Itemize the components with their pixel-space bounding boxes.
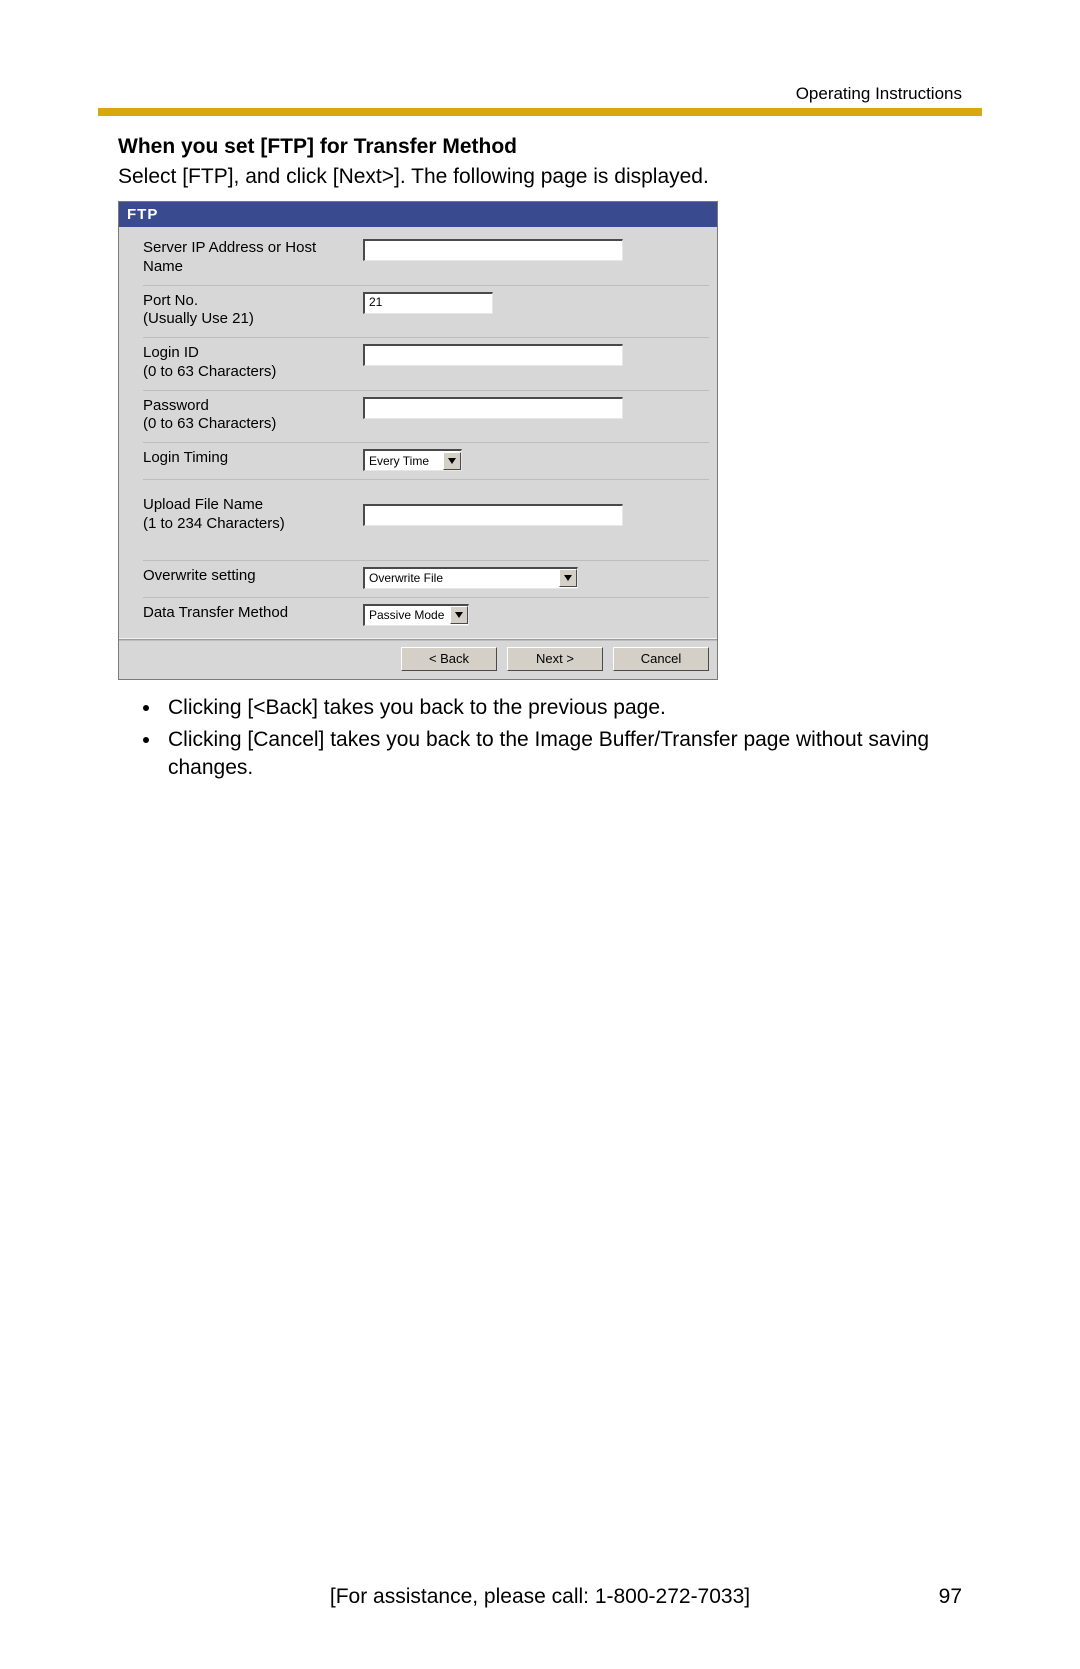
- label-filename-line1: Upload File Name: [143, 496, 263, 513]
- filename-input[interactable]: [363, 504, 623, 526]
- timing-selected: Every Time: [369, 454, 443, 468]
- footer-assistance: [For assistance, please call: 1-800-272-…: [0, 1585, 1080, 1609]
- cancel-button[interactable]: Cancel: [613, 647, 709, 671]
- chevron-down-icon: [559, 569, 577, 587]
- label-filename: Upload File Name (1 to 234 Characters): [143, 496, 363, 534]
- section-title: When you set [FTP] for Transfer Method: [118, 135, 962, 159]
- label-login: Login ID (0 to 63 Characters): [143, 344, 363, 382]
- label-port-line1: Port No.: [143, 292, 198, 309]
- panel-title: FTP: [119, 202, 717, 227]
- label-method: Data Transfer Method: [143, 604, 363, 623]
- row-login: Login ID (0 to 63 Characters): [143, 338, 709, 391]
- row-filename: Upload File Name (1 to 234 Characters): [143, 480, 709, 561]
- label-server-line1: Server IP Address or Host: [143, 239, 316, 256]
- method-selected: Passive Mode: [369, 608, 450, 622]
- row-password: Password (0 to 63 Characters): [143, 391, 709, 444]
- label-login-line2: (0 to 63 Characters): [143, 363, 276, 380]
- next-button[interactable]: Next >: [507, 647, 603, 671]
- label-password: Password (0 to 63 Characters): [143, 397, 363, 435]
- note-item: Clicking [Cancel] takes you back to the …: [162, 726, 962, 783]
- chevron-down-icon: [450, 606, 468, 624]
- row-overwrite: Overwrite setting Overwrite File: [143, 561, 709, 598]
- ftp-settings-panel: FTP Server IP Address or Host Name Port …: [118, 201, 718, 680]
- panel-body: Server IP Address or Host Name Port No. …: [119, 227, 717, 638]
- page-header: Operating Instructions: [796, 84, 962, 104]
- server-input[interactable]: [363, 239, 623, 261]
- row-server: Server IP Address or Host Name: [143, 233, 709, 286]
- overwrite-select[interactable]: Overwrite File: [363, 567, 578, 589]
- row-method: Data Transfer Method Passive Mode: [143, 598, 709, 634]
- label-timing: Login Timing: [143, 449, 363, 468]
- port-input[interactable]: 21: [363, 292, 493, 314]
- row-timing: Login Timing Every Time: [143, 443, 709, 480]
- method-select[interactable]: Passive Mode: [363, 604, 469, 626]
- header-rule: [98, 108, 982, 116]
- back-button[interactable]: < Back: [401, 647, 497, 671]
- note-item: Clicking [<Back] takes you back to the p…: [162, 694, 962, 722]
- label-port: Port No. (Usually Use 21): [143, 292, 363, 330]
- label-login-line1: Login ID: [143, 344, 199, 361]
- section-intro: Select [FTP], and click [Next>]. The fol…: [118, 165, 962, 189]
- page-content: When you set [FTP] for Transfer Method S…: [118, 135, 962, 787]
- notes-list: Clicking [<Back] takes you back to the p…: [118, 694, 962, 783]
- timing-select[interactable]: Every Time: [363, 449, 462, 471]
- document-page: Operating Instructions When you set [FTP…: [0, 0, 1080, 1669]
- overwrite-selected: Overwrite File: [369, 571, 559, 585]
- label-password-line2: (0 to 63 Characters): [143, 415, 276, 432]
- label-password-line1: Password: [143, 397, 209, 414]
- label-filename-line2: (1 to 234 Characters): [143, 515, 285, 532]
- chevron-down-icon: [443, 452, 461, 470]
- button-row: < Back Next > Cancel: [119, 640, 717, 679]
- page-number: 97: [939, 1585, 962, 1609]
- label-server: Server IP Address or Host Name: [143, 239, 363, 277]
- label-overwrite: Overwrite setting: [143, 567, 363, 586]
- password-input[interactable]: [363, 397, 623, 419]
- login-input[interactable]: [363, 344, 623, 366]
- row-port: Port No. (Usually Use 21) 21: [143, 286, 709, 339]
- label-port-line2: (Usually Use 21): [143, 310, 254, 327]
- label-server-line2: Name: [143, 258, 183, 275]
